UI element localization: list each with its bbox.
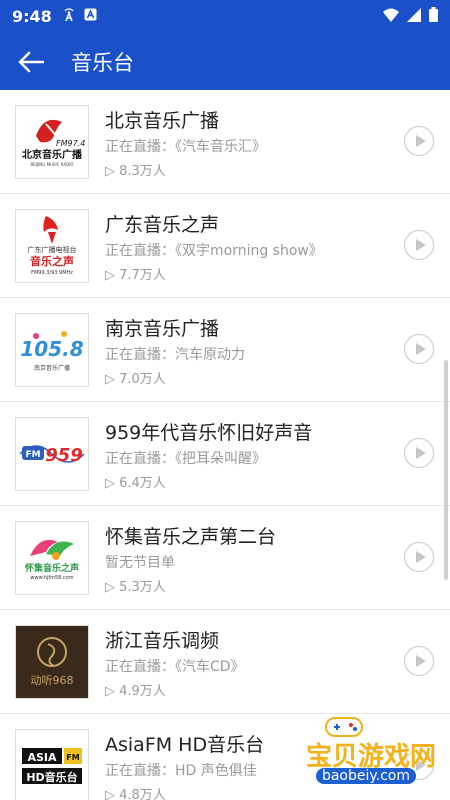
status-time: 9:48 <box>12 7 52 26</box>
app-notification-icon <box>84 8 97 25</box>
logo-freq: 105.8 <box>20 337 83 361</box>
logo-name: 北京音乐广播 <box>22 148 83 161</box>
station-listeners: ▷ 4.8万人 <box>105 788 166 800</box>
station-list[interactable]: FM97.4 北京音乐广播 BEIJING MUSIC RADIO 北京音乐广播… <box>0 90 450 800</box>
logo-sub: BEIJING MUSIC RADIO <box>30 162 73 167</box>
cell-signal-icon <box>407 7 421 26</box>
signal-tower-icon <box>62 7 76 26</box>
station-name: 怀集音乐之声第二台 <box>105 526 277 548</box>
logo-top: 广东广播电视台 <box>28 245 77 254</box>
station-item-zhejiang[interactable]: 动听968 浙江音乐调频 正在直播：《汽车CD》 ▷ 4.9万人 <box>0 610 450 714</box>
station-logo-guangdong: 广东广播电视台 音乐之声 FM99.3/93.9MHz <box>15 209 89 283</box>
watermark-url: baobeiy.com <box>315 768 416 784</box>
station-logo-huaiji: 怀集音乐之声 www.hjfm58.com <box>15 521 89 595</box>
logo-url: www.hjfm58.com <box>30 575 73 581</box>
page-title: 音乐台 <box>71 50 134 75</box>
logo-freq: FM99.3/93.9MHz <box>31 270 73 276</box>
station-listeners: ▷ 4.9万人 <box>105 684 166 699</box>
station-name: 北京音乐广播 <box>105 110 220 132</box>
station-live-program: 正在直播：HD 声色俱佳 <box>105 763 257 779</box>
station-live-program: 正在直播：《双宇morning show》 <box>105 243 323 259</box>
station-name: 959年代音乐怀旧好声音 <box>105 422 313 444</box>
station-logo-beijing: FM97.4 北京音乐广播 BEIJING MUSIC RADIO <box>15 105 89 179</box>
station-item-959[interactable]: FM 959 959年代音乐怀旧好声音 正在直播：《把耳朵叫醒》 ▷ 6.4万人 <box>0 402 450 506</box>
app-bar: 音乐台 <box>0 33 450 90</box>
play-button[interactable] <box>404 646 434 676</box>
play-button[interactable] <box>404 438 434 468</box>
logo-name: HD音乐台 <box>26 770 77 784</box>
station-live-program: 正在直播：汽车原动力 <box>105 347 245 363</box>
station-logo-asiafm: ASIA FM HD音乐台 <box>15 729 89 800</box>
logo-name: 音乐之声 <box>30 254 74 268</box>
station-name: 南京音乐广播 <box>105 318 220 340</box>
back-button[interactable] <box>16 47 46 77</box>
station-name: 广东音乐之声 <box>105 214 220 236</box>
station-live-program: 正在直播：《汽车CD》 <box>105 659 245 675</box>
play-button[interactable] <box>404 542 434 572</box>
station-item-guangdong[interactable]: 广东广播电视台 音乐之声 FM99.3/93.9MHz 广东音乐之声 正在直播：… <box>0 194 450 298</box>
station-listeners: ▷ 7.7万人 <box>105 268 166 283</box>
status-bar: 9:48 <box>0 0 450 33</box>
station-logo-nanjing: 105.8 南京音乐广播 <box>15 313 89 387</box>
logo-sub: 南京音乐广播 <box>34 364 70 372</box>
logo-fm: FM <box>66 753 79 762</box>
logo-name: 怀集音乐之声 <box>25 562 79 574</box>
station-live-program: 暂无节目单 <box>105 555 175 571</box>
play-button[interactable] <box>404 126 434 156</box>
play-button[interactable] <box>404 334 434 364</box>
play-button[interactable] <box>404 230 434 260</box>
station-listeners: ▷ 5.3万人 <box>105 580 166 595</box>
station-item-huaiji[interactable]: 怀集音乐之声 www.hjfm58.com 怀集音乐之声第二台 暂无节目单 ▷ … <box>0 506 450 610</box>
wifi-icon <box>383 7 399 26</box>
station-logo-959: FM 959 <box>15 417 89 491</box>
arrow-left-icon <box>18 51 44 72</box>
station-listeners: ▷ 6.4万人 <box>105 476 166 491</box>
logo-fm: FM <box>25 450 40 460</box>
station-live-program: 正在直播：《汽车音乐汇》 <box>105 139 266 155</box>
station-name: AsiaFM HD音乐台 <box>105 734 265 756</box>
battery-icon <box>429 7 438 26</box>
station-name: 浙江音乐调频 <box>105 630 220 652</box>
station-item-nanjing[interactable]: 105.8 南京音乐广播 南京音乐广播 正在直播：汽车原动力 ▷ 7.0万人 <box>0 298 450 402</box>
station-live-program: 正在直播：《把耳朵叫醒》 <box>105 451 266 467</box>
logo-name: 动听968 <box>31 674 74 687</box>
logo-freq: FM97.4 <box>56 139 85 148</box>
status-icons <box>383 7 438 26</box>
station-logo-zhejiang: 动听968 <box>15 625 89 699</box>
logo-brand: ASIA <box>27 751 57 764</box>
station-listeners: ▷ 7.0万人 <box>105 372 166 387</box>
station-item-beijing[interactable]: FM97.4 北京音乐广播 BEIJING MUSIC RADIO 北京音乐广播… <box>0 90 450 194</box>
station-listeners: ▷ 8.3万人 <box>105 164 166 179</box>
scrollbar[interactable] <box>444 360 448 580</box>
watermark: 宝贝游戏网 baobeiy.com <box>242 712 442 788</box>
logo-freq: 959 <box>45 445 83 466</box>
